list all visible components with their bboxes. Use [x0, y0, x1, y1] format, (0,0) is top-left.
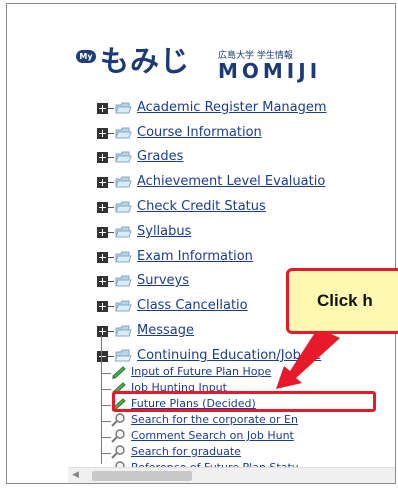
expand-plus-icon[interactable] — [97, 103, 108, 114]
expand-plus-icon[interactable] — [97, 276, 108, 287]
folder-icon — [115, 275, 132, 287]
menu-item-label[interactable]: Academic Register Managem — [137, 100, 327, 115]
folder-icon — [115, 127, 132, 139]
menu-item-label[interactable]: Check Credit Status — [137, 199, 266, 214]
callout-text: Click h — [317, 291, 373, 310]
scroll-right-arrow-icon[interactable]: ▶ — [395, 470, 396, 480]
folder-icon — [115, 102, 132, 114]
folder-icon — [115, 226, 132, 238]
expand-plus-icon[interactable] — [97, 202, 108, 213]
tree-connector-line — [101, 336, 102, 464]
expand-plus-icon[interactable] — [97, 301, 108, 312]
submenu-item-label[interactable]: Input of Future Plan Hope — [131, 365, 271, 378]
menu-item-label[interactable]: Message — [137, 323, 194, 338]
folder-icon — [115, 151, 132, 163]
menu-item-label[interactable]: Exam Information — [137, 249, 253, 264]
magnifier-icon — [111, 445, 125, 459]
menu-item-label[interactable]: Course Information — [137, 125, 262, 140]
expand-plus-icon[interactable] — [97, 152, 108, 163]
menu-item-label[interactable]: Surveys — [137, 273, 189, 288]
expand-plus-icon[interactable] — [97, 177, 108, 188]
scrollbar-thumb[interactable] — [92, 471, 192, 481]
menu-item-label[interactable]: Syllabus — [137, 224, 191, 239]
pencil-icon — [112, 366, 126, 379]
magnifier-icon — [111, 413, 125, 427]
folder-icon — [115, 325, 132, 337]
open-folder-icon — [115, 349, 132, 362]
folder-icon — [115, 201, 132, 213]
highlight-box — [112, 391, 376, 412]
expand-plus-icon[interactable] — [97, 252, 108, 263]
folder-icon — [115, 251, 132, 263]
scroll-left-arrow-icon[interactable]: ◀ — [72, 470, 79, 480]
logo-name-en: MOMIJI — [218, 59, 322, 83]
folder-icon — [115, 176, 132, 188]
expand-plus-icon[interactable] — [97, 326, 108, 337]
submenu-item-label[interactable]: Search for the corporate or En — [131, 413, 298, 426]
collapse-minus-icon[interactable] — [97, 351, 108, 362]
momiji-logo: My もみじ 広島大学 学生情報 MOMIJI — [72, 44, 395, 86]
submenu-item-label[interactable]: Search for graduate — [131, 445, 241, 458]
expand-plus-icon[interactable] — [97, 227, 108, 238]
menu-item-label[interactable]: Grades — [137, 149, 183, 164]
folder-icon — [115, 300, 132, 312]
menu-item-label[interactable]: Achievement Level Evaluatio — [137, 174, 325, 189]
expand-plus-icon[interactable] — [97, 128, 108, 139]
horizontal-scrollbar[interactable]: ◀ ▶ — [68, 467, 396, 483]
callout-box: Click h — [286, 268, 398, 334]
menu-item-label[interactable]: Class Cancellatio — [137, 298, 248, 313]
menu-item-label[interactable]: Continuing Education/Job Se — [137, 348, 321, 363]
submenu-item-label[interactable]: Comment Search on Job Hunt — [131, 429, 294, 442]
magnifier-icon — [111, 429, 125, 443]
logo-my-badge: My — [76, 50, 96, 63]
logo-name-jp: もみじ — [100, 44, 191, 78]
